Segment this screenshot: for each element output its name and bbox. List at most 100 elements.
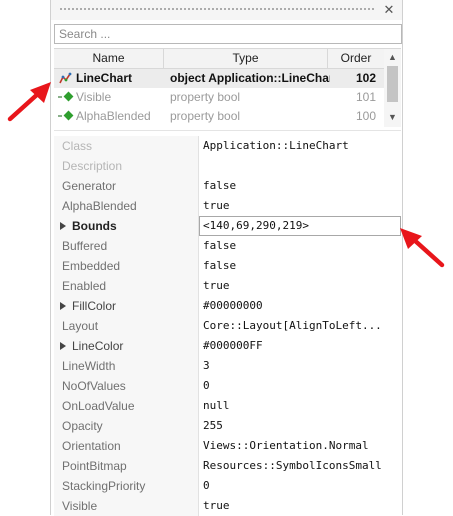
property-row-onloadvalue[interactable]: OnLoadValue null [54, 396, 401, 416]
column-header-type[interactable]: Type [164, 49, 328, 68]
property-value[interactable]: 0 [199, 476, 401, 496]
property-row-alphablended[interactable]: AlphaBlended true [54, 196, 401, 216]
list-row-linechart[interactable]: LineChart object Application::LineChart … [54, 69, 384, 88]
property-row-visible[interactable]: Visible true [54, 496, 401, 516]
property-name-label: Opacity [62, 419, 103, 433]
property-row-class[interactable]: Class Application::LineChart [54, 136, 401, 156]
property-name-label: StackingPriority [62, 479, 146, 493]
expand-arrow-icon[interactable] [60, 302, 66, 310]
property-value-editor[interactable]: <140,69,290,219> [199, 216, 401, 236]
scroll-thumb[interactable] [387, 66, 398, 102]
property-value[interactable]: 3 [199, 356, 401, 376]
property-name: Enabled [54, 276, 199, 296]
property-name: Description [54, 156, 199, 176]
property-row-buffered[interactable]: Buffered false [54, 236, 401, 256]
property-row-enabled[interactable]: Enabled true [54, 276, 401, 296]
property-row-bounds[interactable]: Bounds <140,69,290,219> [54, 216, 401, 236]
list-item-order: 100 [355, 109, 376, 123]
tree-connector [58, 96, 62, 98]
property-row-generator[interactable]: Generator false [54, 176, 401, 196]
property-name-label: PointBitmap [62, 459, 127, 473]
property-row-fillcolor[interactable]: FillColor #00000000 [54, 296, 401, 316]
property-row-stackingpriority[interactable]: StackingPriority 0 [54, 476, 401, 496]
property-icon [63, 91, 74, 102]
property-value[interactable]: #00000000 [199, 296, 401, 316]
property-row-embedded[interactable]: Embedded false [54, 256, 401, 276]
property-row-noofvalues[interactable]: NoOfValues 0 [54, 376, 401, 396]
property-name-label: Buffered [62, 239, 108, 253]
property-name: LineColor [54, 336, 199, 356]
property-row-linecolor[interactable]: LineColor #000000FF [54, 336, 401, 356]
inspector-panel: ✕ Name Type Order LineChart object Appli… [50, 0, 403, 516]
list-row-visible[interactable]: Visible property bool 101 [54, 88, 384, 107]
property-value[interactable]: true [199, 496, 401, 516]
property-value[interactable]: null [199, 396, 401, 416]
property-value[interactable] [199, 156, 401, 176]
scroll-up-icon[interactable]: ▲ [384, 49, 401, 65]
property-name-label: Orientation [62, 439, 121, 453]
property-row-layout[interactable]: Layout Core::Layout[AlignToLeft... [54, 316, 401, 336]
property-name: StackingPriority [54, 476, 199, 496]
property-name: Orientation [54, 436, 199, 456]
property-value[interactable]: #000000FF [199, 336, 401, 356]
list-header: Name Type Order [54, 49, 384, 69]
linechart-icon [59, 72, 72, 84]
property-row-opacity[interactable]: Opacity 255 [54, 416, 401, 436]
property-name: Class [54, 136, 199, 156]
scroll-down-icon[interactable]: ▼ [384, 109, 401, 125]
property-name-label: Bounds [72, 219, 117, 233]
list-scrollbar[interactable]: ▲ ▼ [384, 49, 401, 127]
property-value[interactable]: Core::Layout[AlignToLeft... [199, 316, 401, 336]
property-value[interactable]: Application::LineChart [199, 136, 401, 156]
list-item-name: AlphaBlended [76, 109, 151, 123]
property-value[interactable]: Views::Orientation.Normal [199, 436, 401, 456]
property-name-label: Layout [62, 319, 99, 333]
property-name: Embedded [54, 256, 199, 276]
callout-arrow-bounds [400, 228, 445, 268]
column-header-name[interactable]: Name [54, 49, 164, 68]
property-name: Opacity [54, 416, 199, 436]
property-row-linewidth[interactable]: LineWidth 3 [54, 356, 401, 376]
drag-grip[interactable] [59, 7, 375, 12]
list-item-name: LineChart [76, 71, 133, 85]
property-value[interactable]: 255 [199, 416, 401, 436]
property-name: FillColor [54, 296, 199, 316]
property-name: NoOfValues [54, 376, 199, 396]
list-item-order: 101 [355, 90, 376, 104]
property-name-label: NoOfValues [62, 379, 126, 393]
property-name: Visible [54, 496, 199, 516]
list-item-order: 102 [355, 71, 376, 85]
property-value[interactable]: true [199, 276, 401, 296]
property-value[interactable]: false [199, 236, 401, 256]
list-item-type: property bool [170, 109, 241, 123]
property-value[interactable]: 0 [199, 376, 401, 396]
property-row-description[interactable]: Description [54, 156, 401, 176]
list-item-name: Visible [76, 90, 112, 104]
property-row-pointbitmap[interactable]: PointBitmap Resources::SymbolIconsSmall [54, 456, 401, 476]
property-name-label: Enabled [62, 279, 107, 293]
property-name-label: LineWidth [62, 359, 116, 373]
column-header-order[interactable]: Order [328, 49, 384, 68]
property-value[interactable]: false [199, 176, 401, 196]
close-icon[interactable]: ✕ [382, 2, 396, 18]
property-name: OnLoadValue [54, 396, 199, 416]
property-name-label: Visible [62, 499, 98, 513]
expand-arrow-icon[interactable] [60, 222, 66, 230]
list-row-alphablended[interactable]: AlphaBlended property bool 100 [54, 107, 384, 126]
property-name: Buffered [54, 236, 199, 256]
search-input[interactable] [54, 24, 402, 44]
property-value[interactable]: false [199, 256, 401, 276]
panel-titlebar[interactable]: ✕ [51, 0, 402, 20]
property-name-label: Embedded [62, 259, 121, 273]
property-name-label: Description [62, 159, 123, 173]
member-list: Name Type Order LineChart object Applica… [54, 48, 401, 127]
expand-arrow-icon[interactable] [60, 342, 66, 350]
property-name-label: FillColor [72, 299, 117, 313]
section-divider [54, 130, 401, 131]
property-name-label: Class [62, 139, 93, 153]
property-row-orientation[interactable]: Orientation Views::Orientation.Normal [54, 436, 401, 456]
property-value[interactable]: true [199, 196, 401, 216]
property-value[interactable]: Resources::SymbolIconsSmall [199, 456, 401, 476]
property-icon [63, 110, 74, 121]
property-name-label: OnLoadValue [62, 399, 135, 413]
